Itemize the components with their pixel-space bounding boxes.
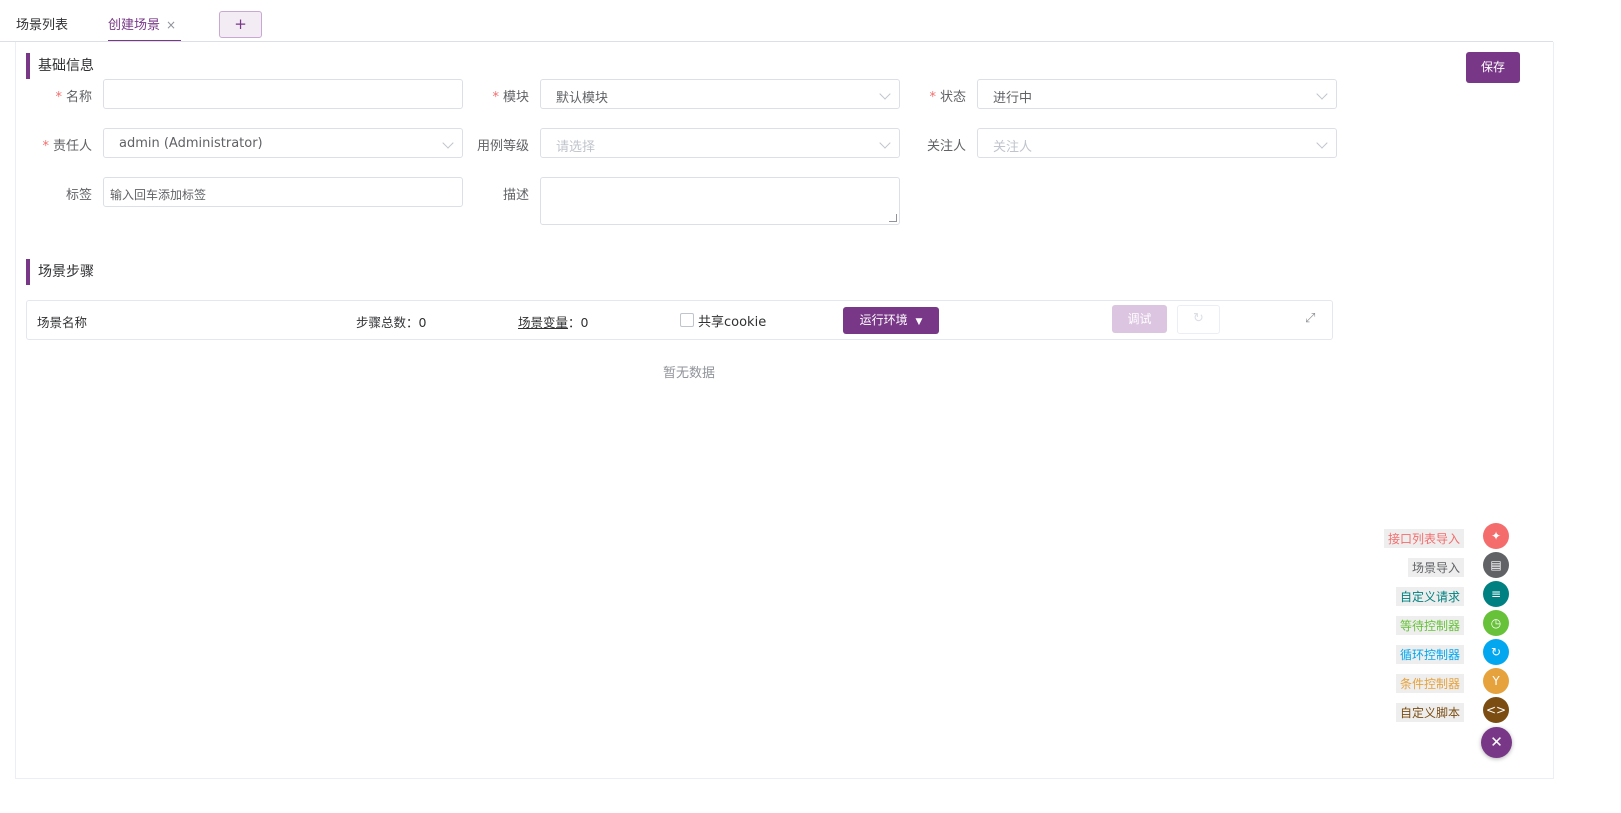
refresh-icon: ↻ xyxy=(1193,311,1204,326)
tab-create-scenario[interactable]: 创建场景 × xyxy=(108,14,176,33)
module-label: * 模块 xyxy=(492,90,529,105)
section-title-steps: 场景步骤 xyxy=(26,259,94,285)
empty-state: 暂无数据 xyxy=(663,366,716,381)
refresh-button[interactable]: ↻ xyxy=(1177,305,1220,334)
level-select[interactable]: 请选择 xyxy=(540,128,900,158)
tool-label[interactable]: 等待控制器 xyxy=(1395,616,1464,635)
owner-label: * 责任人 xyxy=(42,139,92,154)
description-textarea[interactable] xyxy=(540,177,900,225)
tags-label: 标签 xyxy=(65,188,92,203)
scenario-vars: 场景变量：0 xyxy=(518,315,589,330)
clapper-icon[interactable]: ▤ xyxy=(1483,552,1509,578)
module-select[interactable]: 默认模块 xyxy=(540,79,900,109)
api-import-icon[interactable]: ✦ xyxy=(1483,523,1509,549)
resize-handle-icon[interactable] xyxy=(889,214,897,222)
tool-label[interactable]: 条件控制器 xyxy=(1395,674,1464,693)
close-fab-button[interactable]: ✕ xyxy=(1481,727,1512,758)
sliders-icon[interactable]: ≡ xyxy=(1483,581,1509,607)
run-environment-button[interactable]: 运行环境 ▼ xyxy=(843,307,939,334)
tool-label[interactable]: 接口列表导入 xyxy=(1383,529,1464,548)
tool-label[interactable]: 自定义请求 xyxy=(1395,587,1464,606)
loop-icon[interactable]: ↻ xyxy=(1483,639,1509,665)
share-cookie-label: 共享cookie xyxy=(698,315,767,330)
module-value: 默认模块 xyxy=(556,91,609,106)
close-icon: ✕ xyxy=(1490,733,1503,751)
section-title-basic: 基础信息 xyxy=(26,53,94,79)
name-label: * 名称 xyxy=(55,90,92,105)
branch-icon[interactable]: Y xyxy=(1483,668,1509,694)
owner-select[interactable]: admin (Administrator) xyxy=(103,128,463,158)
desc-label: 描述 xyxy=(502,188,529,203)
name-input[interactable] xyxy=(103,79,463,109)
debug-button[interactable]: 调试 xyxy=(1112,305,1167,333)
tab-scenario-list[interactable]: 场景列表 xyxy=(16,14,68,33)
level-label: 用例等级 xyxy=(476,139,529,154)
step-total: 步骤总数：0 xyxy=(356,315,427,330)
follow-select[interactable]: 关注人 xyxy=(977,128,1337,158)
tool-label[interactable]: 自定义脚本 xyxy=(1395,703,1464,722)
add-tab-button[interactable]: + xyxy=(219,11,262,38)
scenario-vars-link[interactable]: 场景变量 xyxy=(518,315,568,330)
tags-placeholder: 输入回车添加标签 xyxy=(110,188,207,202)
status-value: 进行中 xyxy=(993,91,1033,106)
caret-down-icon: ▼ xyxy=(915,317,923,327)
code-icon[interactable]: <> xyxy=(1483,697,1509,723)
close-icon[interactable]: × xyxy=(166,18,176,32)
tab-label: 场景列表 xyxy=(16,18,69,33)
follow-label: 关注人 xyxy=(926,139,966,154)
fullscreen-icon[interactable]: ⤢ xyxy=(1305,311,1315,326)
chevron-down-icon xyxy=(1316,88,1328,100)
follow-placeholder: 关注人 xyxy=(993,140,1033,155)
owner-value: admin (Administrator) xyxy=(119,136,263,151)
status-label: * 状态 xyxy=(929,90,966,105)
tags-input[interactable]: 输入回车添加标签 xyxy=(103,177,463,207)
share-cookie-checkbox[interactable] xyxy=(680,313,694,327)
status-select[interactable]: 进行中 xyxy=(977,79,1337,109)
tool-label[interactable]: 场景导入 xyxy=(1407,558,1464,577)
level-placeholder: 请选择 xyxy=(556,140,596,155)
tool-label[interactable]: 循环控制器 xyxy=(1395,645,1464,664)
save-button[interactable]: 保存 xyxy=(1466,52,1520,83)
chevron-down-icon xyxy=(1316,137,1328,149)
scenario-name: 场景名称 xyxy=(37,315,88,330)
plus-icon: + xyxy=(234,15,247,33)
clock-icon[interactable]: ◷ xyxy=(1483,610,1509,636)
tab-label: 创建场景 xyxy=(108,18,161,33)
